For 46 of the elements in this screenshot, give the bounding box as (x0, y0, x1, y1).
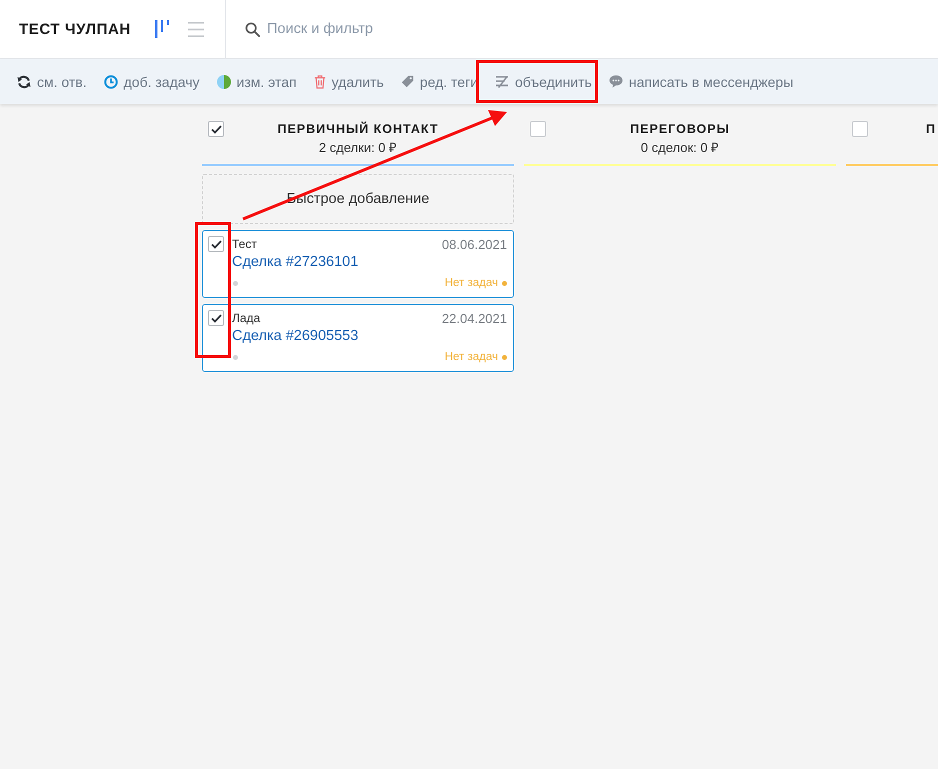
no-tasks-label: Нет задач (444, 351, 498, 363)
search-field[interactable]: Поиск и фильтр (267, 21, 567, 37)
status-dot-icon (233, 354, 238, 360)
toolbar-button[interactable]: написать в мессенджеры (608, 74, 794, 90)
pipeline-title: ТЕСТ ЧУЛПАН (19, 20, 132, 38)
toolbar-button[interactable]: удалить (314, 74, 384, 90)
chat-bubble-icon (608, 75, 623, 88)
merge-icon (495, 76, 510, 88)
checkmark-icon (210, 314, 222, 322)
column-summary: 0 сделок: 0 ₽ (640, 140, 720, 156)
deal-link[interactable]: Сделка #27236101 (232, 252, 358, 272)
task-status-dot-icon (502, 354, 507, 360)
column-title: П (925, 121, 937, 137)
clock-icon (104, 74, 118, 88)
checkmark-icon (210, 240, 222, 248)
search-icon (245, 22, 260, 36)
column-checkbox[interactable] (530, 121, 546, 137)
deal-checkbox[interactable] (208, 236, 224, 252)
column-title: ПЕРВИЧНЫЙ КОНТАКТ (276, 121, 440, 137)
checkmark-icon (210, 124, 222, 134)
column-title: ПЕРЕГОВОРЫ (629, 121, 731, 137)
contact-name: Лада (232, 311, 260, 325)
tag-icon (400, 75, 414, 88)
refresh-icon (17, 74, 31, 88)
list-icon (188, 22, 204, 36)
deal-checkbox[interactable] (208, 310, 224, 326)
deal-card[interactable]: Тест 08.06.2021 Сделка #27236101 Нет задач (202, 230, 514, 298)
deal-date: 22.04.2021 (442, 310, 507, 326)
column-summary: 2 сделки: 0 ₽ (318, 140, 398, 156)
trash-icon (314, 74, 326, 88)
no-tasks-label: Нет задач (444, 277, 498, 289)
column-checkbox[interactable] (208, 121, 224, 137)
task-status-dot-icon (502, 280, 507, 286)
pipeline-view-button[interactable] (153, 19, 171, 39)
deal-link[interactable]: Сделка #26905553 (232, 326, 358, 346)
deal-date: 08.06.2021 (442, 236, 507, 252)
column-checkbox[interactable] (852, 121, 868, 137)
columns-icon (154, 20, 170, 38)
contact-name: Тест (232, 237, 257, 251)
deal-card[interactable]: Лада 22.04.2021 Сделка #26905553 Нет задач (202, 304, 514, 372)
half-circle-icon (216, 74, 231, 88)
toolbar-button[interactable]: объединить (495, 74, 592, 90)
toolbar-button[interactable]: доб. задачу (104, 74, 200, 90)
toolbar-button[interactable]: изм. этап (216, 74, 297, 90)
toolbar-button[interactable]: см. отв. (17, 74, 87, 90)
status-dot-icon (233, 280, 238, 286)
